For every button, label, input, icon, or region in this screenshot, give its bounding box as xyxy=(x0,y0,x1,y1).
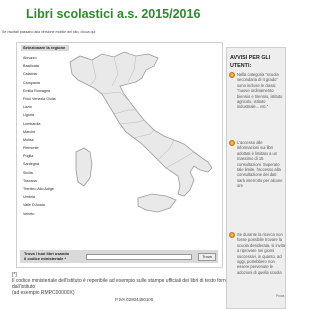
sicily-shape xyxy=(137,193,177,213)
page-title: Libri scolastici a.s. 2015/2016 xyxy=(26,7,201,21)
code-search-label: Trova i tuoi libri usando il codice mini… xyxy=(24,251,70,261)
region-item[interactable]: Sicilia xyxy=(23,169,56,177)
notices-heading: AVVISI PER GLI UTENTI: xyxy=(230,55,271,69)
region-item[interactable]: Calabria xyxy=(23,70,56,78)
footnote: [*] Il codice ministeriale dell'istituto… xyxy=(12,272,230,296)
notice-text: L'accesso alle informazioni sui libri ad… xyxy=(237,140,283,189)
info-icon xyxy=(229,232,235,238)
region-list: Abruzzo Basilicata Calabria Campania Emi… xyxy=(23,54,56,218)
region-item[interactable]: Molise xyxy=(23,136,56,144)
region-item[interactable]: Trentino Alto Adige xyxy=(23,185,56,193)
region-item[interactable]: Lazio xyxy=(23,103,56,111)
region-item[interactable]: Puglia xyxy=(23,152,56,160)
region-item[interactable]: Toscana xyxy=(23,177,56,185)
info-icon xyxy=(229,72,235,78)
region-item[interactable]: Campania xyxy=(23,79,56,87)
region-item[interactable]: Sardegna xyxy=(23,160,56,168)
more-link[interactable]: Prova xyxy=(276,294,284,298)
region-item[interactable]: Marche xyxy=(23,128,56,136)
mobile-version-link[interactable]: Se risultati passano alla versione mobil… xyxy=(2,30,95,34)
notice-text: Se durante la ricerca non fosse possibil… xyxy=(237,232,286,275)
info-icon xyxy=(229,140,235,146)
region-item[interactable]: Piemonte xyxy=(23,144,56,152)
region-item[interactable]: Basilicata xyxy=(23,62,56,70)
sardinia-shape xyxy=(75,147,93,187)
vat-number: P.IVA 02804450100 xyxy=(115,297,154,302)
ministerial-code-input[interactable] xyxy=(86,254,192,260)
region-item[interactable]: Umbria xyxy=(23,193,56,201)
region-item[interactable]: Emilia Romagna xyxy=(23,87,56,95)
region-item[interactable]: Friuli Venezia Giulia xyxy=(23,95,56,103)
notice-text: Nella categoria "scuola secondaria di II… xyxy=(237,72,283,110)
region-item[interactable]: Abruzzo xyxy=(23,54,56,62)
user-notices-panel: AVVISI PER GLI UTENTI: Nella categoria "… xyxy=(226,47,286,309)
italy-map[interactable] xyxy=(62,48,220,230)
region-item[interactable]: Lombardia xyxy=(23,120,56,128)
italy-mainland-shape xyxy=(69,51,213,197)
find-button[interactable]: Trova xyxy=(198,253,216,261)
region-item[interactable]: Veneto xyxy=(23,210,56,218)
region-item[interactable]: Valle D'Aosta xyxy=(23,201,56,209)
region-item[interactable]: Liguria xyxy=(23,111,56,119)
